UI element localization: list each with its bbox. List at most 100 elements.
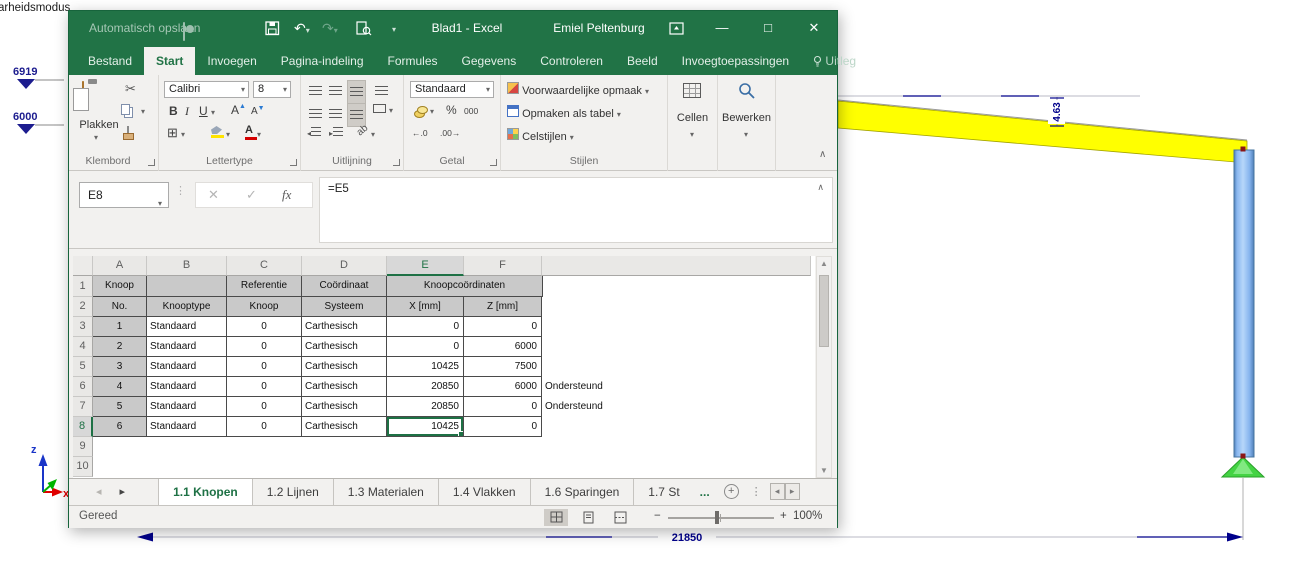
cell-C6[interactable]: 0 [227,377,302,397]
cell-A2[interactable]: No. [93,297,147,317]
cell-B1[interactable] [147,276,227,297]
alignment-dialog-launcher-icon[interactable] [393,159,400,166]
ribbon-display-options-icon[interactable] [669,22,684,35]
copy-dropdown-icon[interactable]: ▾ [141,107,145,116]
accounting-dropdown-icon[interactable]: ▾ [430,107,434,116]
zoom-slider-track[interactable] [668,517,774,519]
normal-view-icon[interactable] [544,509,568,526]
cell-C3[interactable]: 0 [227,317,302,337]
fill-color-icon[interactable] [211,126,224,138]
cell-A8[interactable]: 6 [93,417,147,437]
paste-button[interactable]: Plakken [69,119,129,131]
font-color-icon[interactable]: A [245,124,257,140]
cell-F7[interactable]: 0 [464,397,542,417]
paste-icon[interactable] [82,81,84,100]
enter-formula-icon[interactable]: ✓ [246,187,257,203]
format-as-table-button[interactable]: Opmaken als tabel ▾ [507,105,621,120]
sheet-tab-materialen[interactable]: 1.3 Materialen [334,479,439,505]
cut-icon[interactable]: ✂ [125,81,136,97]
row-header-1[interactable]: 1 [73,276,93,297]
collapse-ribbon-icon[interactable]: ∧ [819,149,826,160]
column-header-D[interactable]: D [302,256,387,276]
row-header-2[interactable]: 2 [73,297,93,317]
vertical-scrollbar[interactable]: ▲ ▼ [816,256,832,478]
scroll-down-icon[interactable]: ▼ [817,466,831,475]
cell-A1[interactable]: Knoop [93,276,147,297]
row-header-10[interactable]: 10 [73,457,93,477]
close-button[interactable]: ✕ [799,11,829,45]
borders-dropdown-icon[interactable]: ▾ [181,130,185,139]
cell-B2[interactable]: Knooptype [147,297,227,317]
insert-function-icon[interactable]: fx [282,187,291,203]
cell-C4[interactable]: 0 [227,337,302,357]
page-layout-view-icon[interactable] [576,509,600,526]
expand-formula-bar-icon[interactable]: ∧ [817,182,824,193]
tab-invoegtoepassingen[interactable]: Invoegtoepassingen [670,47,801,75]
cell-D7[interactable]: Carthesisch [302,397,387,417]
sheet-tab-sparingen[interactable]: 1.6 Sparingen [531,479,635,505]
save-icon[interactable] [265,21,280,36]
row-header-8[interactable]: 8 [73,417,93,437]
bold-button[interactable]: B [169,104,178,118]
sheet-tab-vlakken[interactable]: 1.4 Vlakken [439,479,531,505]
column-header-C[interactable]: C [227,256,302,276]
tab-gegevens[interactable]: Gegevens [450,47,529,75]
cell-E7[interactable]: 20850 [387,397,464,417]
cell-D1[interactable]: Coördinaat [302,276,387,297]
cell-D4[interactable]: Carthesisch [302,337,387,357]
redo-icon[interactable]: ↷▾ [322,20,338,39]
cell-C8[interactable]: 0 [227,417,302,437]
name-box[interactable]: E8 ▾ [79,182,169,208]
increase-decimal-icon[interactable]: ←.0 [412,128,428,138]
tab-bestand[interactable]: Bestand [76,47,144,75]
page-break-view-icon[interactable] [608,509,632,526]
qat-more-icon[interactable]: ▾ [392,25,396,34]
zoom-level[interactable]: 100% [793,510,822,522]
editing-find-icon[interactable] [738,82,756,100]
print-preview-icon[interactable] [356,21,372,36]
sheet-tab-options-icon[interactable]: ⋮ [745,479,768,505]
orientation-dropdown-icon[interactable]: ▾ [371,130,375,139]
user-name[interactable]: Emiel Peltenburg [539,21,659,35]
cell-A5[interactable]: 3 [93,357,147,377]
font-name-select[interactable]: Calibri ▾ [164,81,249,98]
shrink-font-button[interactable]: A▼ [251,105,265,117]
cell-A3[interactable]: 1 [93,317,147,337]
wrap-text-icon[interactable] [373,80,390,102]
cell-A4[interactable]: 2 [93,337,147,357]
merge-center-icon[interactable] [373,104,386,113]
zoom-in-button[interactable]: + [780,510,787,522]
cell-F4[interactable]: 6000 [464,337,542,357]
cells-dropdown-icon[interactable]: ▾ [690,130,694,139]
accounting-format-icon[interactable] [414,106,428,118]
clipboard-dialog-launcher-icon[interactable] [148,159,155,166]
align-middle-icon[interactable] [327,80,344,102]
cell-styles-button[interactable]: Celstijlen ▾ [507,128,574,143]
cell-E3[interactable]: 0 [387,317,464,337]
sheet-nav-next-icon[interactable]: ▸ [111,479,135,505]
tab-invoegen[interactable]: Invoegen [195,47,268,75]
cell-C2[interactable]: Knoop [227,297,302,317]
cell-D2[interactable]: Systeem [302,297,387,317]
autosave-toggle[interactable] [183,22,194,41]
tab-uitleg[interactable]: Uitleg [801,47,868,75]
italic-button[interactable]: I [185,104,189,119]
cell-B5[interactable]: Standaard [147,357,227,377]
hscroll-left-icon[interactable]: ◂ [769,483,785,500]
cell-D6[interactable]: Carthesisch [302,377,387,397]
increase-indent-icon[interactable]: ▸ [329,127,344,138]
tab-formules[interactable]: Formules [376,47,450,75]
tab-controleren[interactable]: Controleren [528,47,615,75]
new-sheet-icon[interactable]: + [723,484,739,499]
cell-F5[interactable]: 7500 [464,357,542,377]
cell-E1-F1-merged[interactable]: Knoopcoördinaten [387,276,543,297]
cell-G8[interactable] [542,417,702,437]
tab-pagina-indeling[interactable]: Pagina-indeling [269,47,376,75]
sheet-tab-st[interactable]: 1.7 St [634,479,693,505]
tab-beeld[interactable]: Beeld [615,47,670,75]
column-header-F[interactable]: F [464,256,542,276]
roof-beam[interactable] [837,100,1248,164]
cell-A7[interactable]: 5 [93,397,147,417]
cell-D5[interactable]: Carthesisch [302,357,387,377]
cell-F8[interactable]: 0 [464,417,542,437]
